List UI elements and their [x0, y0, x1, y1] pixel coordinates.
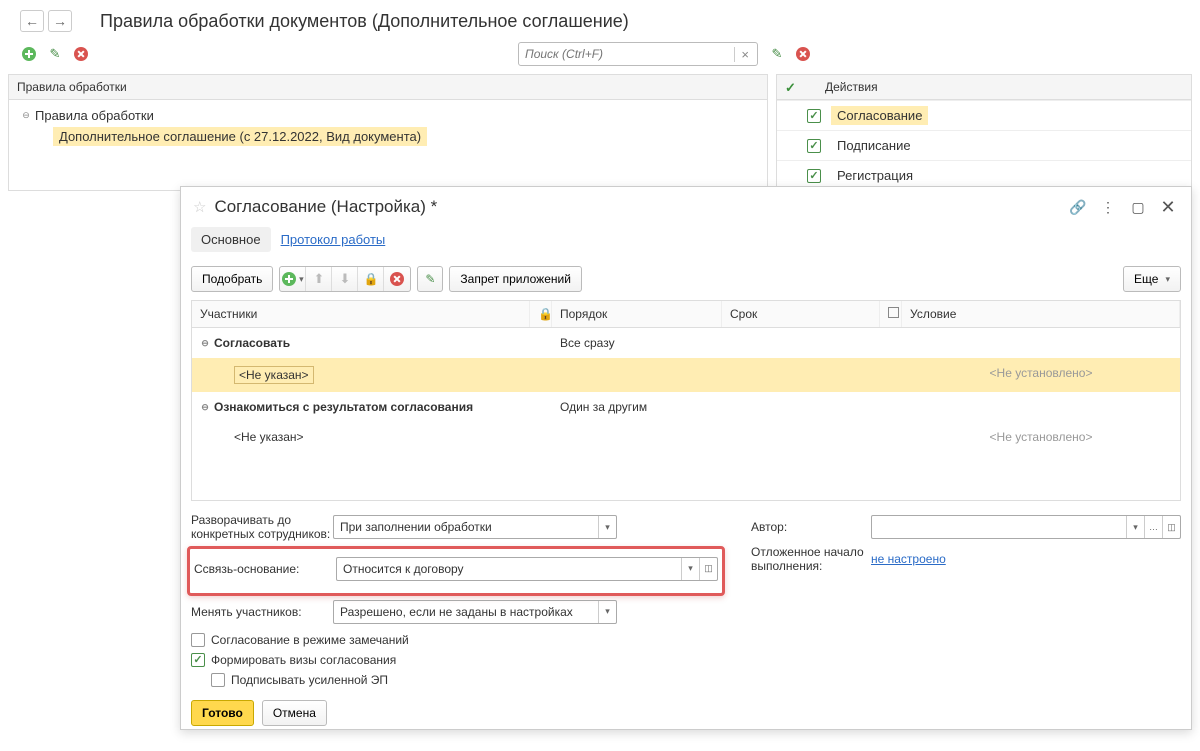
change-participants-value: Разрешено, если не заданы в настройках	[334, 605, 598, 619]
search-wrap: ×	[518, 42, 758, 66]
link-base-value: Относится к договору	[337, 562, 681, 576]
participant-2: <Не указан>	[192, 427, 530, 447]
cancel-button[interactable]: Отмена	[262, 700, 327, 726]
action-label-0: Согласование	[831, 106, 928, 125]
delayed-start-link[interactable]: не настроено	[871, 552, 946, 566]
tree-root[interactable]: ⊖ Правила обработки	[21, 108, 759, 123]
search-input[interactable]	[525, 47, 734, 61]
author-input[interactable]: ▾ … ◫	[871, 515, 1181, 539]
add-participant-icon[interactable]: ▾	[280, 267, 306, 291]
dropdown-icon[interactable]: ▾	[598, 516, 616, 538]
table-group-2[interactable]: ⊖ Ознакомиться с результатом согласовани…	[192, 392, 1180, 422]
edit-icon[interactable]: ✎	[46, 45, 64, 63]
tree-item[interactable]: Дополнительное соглашение (с 27.12.2022,…	[53, 127, 759, 146]
condition-1: <Не установлено>	[902, 363, 1180, 387]
tab-log[interactable]: Протокол работы	[271, 227, 396, 252]
group-title-2: Ознакомиться с результатом согласования	[214, 400, 473, 414]
back-button[interactable]: ←	[20, 10, 44, 32]
collapse-icon[interactable]: ⊖	[200, 338, 210, 348]
link-icon[interactable]: 🔗	[1067, 197, 1089, 217]
th-lock: 🔒	[530, 301, 552, 327]
th-condition: Условие	[902, 301, 1180, 327]
kebab-icon[interactable]: ⋮	[1097, 197, 1119, 217]
group-order-1: Все сразу	[552, 333, 722, 353]
condition-2: <Не установлено>	[902, 427, 1180, 447]
close-icon[interactable]: ✕	[1157, 197, 1179, 217]
move-up-icon[interactable]: ⬆	[306, 267, 332, 291]
delete-icon[interactable]	[72, 45, 90, 63]
dialog-title: Согласование (Настройка) *	[214, 197, 1059, 217]
chk-form-visas-label: Формировать визы согласования	[211, 653, 396, 667]
expand-value: При заполнении обработки	[334, 520, 598, 534]
th-sq	[880, 301, 902, 327]
th-participants: Участники	[192, 301, 530, 327]
rules-panel-header: Правила обработки	[9, 75, 767, 100]
th-order: Порядок	[552, 301, 722, 327]
delete-right-icon[interactable]	[794, 45, 812, 63]
group-title-1: Согласовать	[214, 336, 290, 350]
table-row-1[interactable]: <Не указан> <Не установлено>	[192, 358, 1180, 392]
delayed-start-label: Отложенное начало выполнения:	[751, 545, 871, 574]
link-base-input[interactable]: Относится к договору ▾ ◫	[336, 557, 718, 581]
action-item-0[interactable]: Согласование	[777, 100, 1191, 130]
action-check-0[interactable]	[807, 109, 821, 123]
action-label-1: Подписание	[831, 136, 917, 155]
tree-item-label: Дополнительное соглашение (с 27.12.2022,…	[53, 127, 427, 146]
actions-header-label: Действия	[825, 80, 878, 94]
favorite-icon[interactable]: ☆	[193, 198, 206, 216]
highlighted-frame: Ссвязь-основание: Относится к договору ▾…	[187, 546, 725, 596]
add-icon[interactable]	[20, 45, 38, 63]
toolbar-group: ▾ ⬆ ⬇ 🔒	[279, 266, 411, 292]
actions-panel-header: Действия	[777, 75, 1191, 100]
edit-participant-button[interactable]: ✎	[417, 266, 443, 292]
collapse-icon[interactable]: ⊖	[21, 111, 31, 121]
forward-button[interactable]: →	[48, 10, 72, 32]
table-group-1[interactable]: ⊖ Согласовать Все сразу	[192, 328, 1180, 358]
tab-main[interactable]: Основное	[191, 227, 271, 252]
dropdown-icon[interactable]: ▾	[598, 601, 616, 623]
chk-sign-enhanced-label: Подписывать усиленной ЭП	[231, 673, 388, 687]
action-label-2: Регистрация	[831, 166, 919, 185]
group-order-2: Один за другим	[552, 397, 722, 417]
check-all-icon[interactable]	[785, 80, 799, 94]
change-participants-input[interactable]: Разрешено, если не заданы в настройках ▾	[333, 600, 617, 624]
th-deadline: Срок	[722, 301, 880, 327]
lock-icon[interactable]: 🔒	[358, 267, 384, 291]
open-icon[interactable]: ◫	[1162, 516, 1180, 538]
table-row-2[interactable]: <Не указан> <Не установлено>	[192, 422, 1180, 452]
tree-root-label: Правила обработки	[35, 108, 154, 123]
change-participants-label: Менять участников:	[191, 605, 333, 619]
more-button[interactable]: Еще▾	[1123, 266, 1181, 292]
chk-remarks-label: Согласование в режиме замечаний	[211, 633, 409, 647]
move-down-icon[interactable]: ⬇	[332, 267, 358, 291]
select-button[interactable]: Подобрать	[191, 266, 273, 292]
open-icon[interactable]: ◫	[699, 558, 717, 580]
link-base-label: Ссвязь-основание:	[194, 562, 336, 576]
collapse-icon[interactable]: ⊖	[200, 402, 210, 412]
dropdown-icon[interactable]: ▾	[1126, 516, 1144, 538]
maximize-icon[interactable]: ▢	[1127, 197, 1149, 217]
page-title: Правила обработки документов (Дополнител…	[100, 11, 629, 32]
rules-panel: Правила обработки ⊖ Правила обработки До…	[8, 74, 768, 191]
clear-search-icon[interactable]: ×	[734, 47, 755, 62]
action-item-1[interactable]: Подписание	[777, 130, 1191, 160]
ellipsis-icon[interactable]: …	[1144, 516, 1162, 538]
action-check-1[interactable]	[807, 139, 821, 153]
remove-participant-icon[interactable]	[384, 267, 410, 291]
actions-panel: Действия Согласование Подписание Регистр…	[776, 74, 1192, 191]
action-check-2[interactable]	[807, 169, 821, 183]
chk-remarks-mode[interactable]	[191, 633, 205, 647]
chk-sign-enhanced[interactable]	[211, 673, 225, 687]
expand-label: Разворачивать до конкретных сотрудников:	[191, 513, 333, 542]
dropdown-icon[interactable]: ▾	[681, 558, 699, 580]
approval-dialog: ☆ Согласование (Настройка) * 🔗 ⋮ ▢ ✕ Осн…	[180, 186, 1192, 730]
chk-form-visas[interactable]	[191, 653, 205, 667]
participants-table: Участники 🔒 Порядок Срок Условие ⊖ Согла…	[191, 300, 1181, 501]
participant-1: <Не указан>	[234, 366, 314, 384]
ok-button[interactable]: Готово	[191, 700, 254, 726]
author-label: Автор:	[751, 520, 871, 534]
ban-attachments-button[interactable]: Запрет приложений	[449, 266, 581, 292]
expand-input[interactable]: При заполнении обработки ▾	[333, 515, 617, 539]
edit-right-icon[interactable]: ✎	[768, 45, 786, 63]
